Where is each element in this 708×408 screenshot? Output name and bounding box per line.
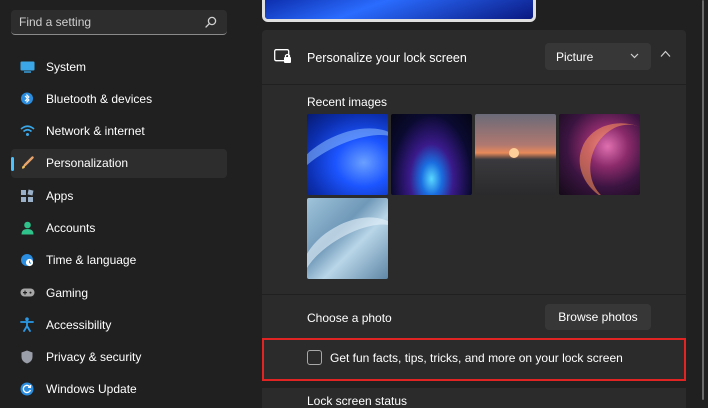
sidebar-item-label: Privacy & security (46, 350, 142, 365)
recent-images-section: Recent images (262, 85, 686, 294)
accessibility-icon (19, 317, 35, 333)
gamepad-icon (19, 285, 35, 301)
sidebar-item-label: Bluetooth & devices (46, 91, 153, 106)
sidebar-item-personalization[interactable]: Personalization (11, 148, 227, 178)
recent-images-label: Recent images (307, 95, 388, 109)
chevron-up-icon[interactable] (660, 50, 671, 58)
sidebar-item-label: Accessibility (46, 317, 112, 332)
lock-screen-icon (274, 49, 291, 63)
search-input[interactable] (11, 10, 201, 34)
choose-photo-label: Choose a photo (307, 311, 392, 325)
recent-image-thumbnail[interactable] (307, 114, 388, 195)
recent-image-thumbnail[interactable] (307, 198, 388, 279)
apps-icon (19, 188, 35, 204)
sidebar-item-label: Personalization (46, 156, 129, 171)
bluetooth-icon (19, 91, 35, 107)
sidebar-item-label: Gaming (46, 285, 89, 300)
recent-image-thumbnail[interactable] (391, 114, 472, 195)
brush-icon (19, 155, 35, 171)
sidebar-nav: System Bluetooth & devices Network & int… (11, 52, 227, 407)
system-icon (19, 59, 35, 75)
sidebar-item-label: Apps (46, 188, 74, 203)
globe-clock-icon (19, 252, 35, 268)
lock-screen-preview (262, 0, 536, 22)
recent-image-thumbnail[interactable] (475, 114, 556, 195)
sidebar-item-gaming[interactable]: Gaming (11, 278, 227, 307)
sidebar-item-system[interactable]: System (11, 52, 227, 81)
sidebar-item-label: Accounts (46, 220, 96, 235)
lock-screen-status-row[interactable]: Lock screen status (262, 388, 686, 408)
sidebar-item-label: System (46, 59, 87, 74)
chevron-down-icon (630, 53, 639, 59)
lock-screen-status-label: Lock screen status (307, 394, 408, 408)
fun-facts-row[interactable]: Get fun facts, tips, tricks, and more on… (262, 339, 686, 381)
shield-icon (19, 349, 35, 365)
dropdown-value: Picture (556, 49, 594, 64)
sidebar-item-privacy[interactable]: Privacy & security (11, 343, 227, 372)
lock-screen-title: Personalize your lock screen (307, 51, 467, 65)
background-type-dropdown[interactable]: Picture (545, 43, 651, 70)
recent-image-thumbnail[interactable] (559, 114, 640, 195)
wifi-icon (19, 123, 35, 139)
scrollbar[interactable] (702, 0, 704, 400)
fun-facts-label: Get fun facts, tips, tricks, and more on… (330, 351, 623, 365)
lock-screen-setting-header[interactable]: Personalize your lock screen Picture (262, 30, 686, 84)
sidebar-item-network[interactable]: Network & internet (11, 117, 227, 146)
sidebar-item-label: Network & internet (46, 124, 145, 139)
choose-photo-row: Choose a photo Browse photos (262, 295, 686, 338)
fun-facts-checkbox[interactable] (307, 350, 322, 365)
sidebar-item-time-language[interactable]: Time & language (11, 246, 227, 275)
sidebar-item-apps[interactable]: Apps (11, 181, 227, 210)
update-icon (19, 381, 35, 397)
sidebar-item-accessibility[interactable]: Accessibility (11, 310, 227, 339)
search-icon[interactable] (205, 16, 217, 28)
person-icon (19, 220, 35, 236)
sidebar-item-accounts[interactable]: Accounts (11, 213, 227, 242)
sidebar-item-label: Windows Update (46, 382, 137, 397)
browse-photos-button[interactable]: Browse photos (545, 304, 651, 330)
sidebar-item-bluetooth[interactable]: Bluetooth & devices (11, 84, 227, 113)
search-box[interactable] (11, 10, 227, 35)
lock-screen-preview-image (265, 0, 533, 19)
sidebar-item-label: Time & language (46, 253, 137, 268)
